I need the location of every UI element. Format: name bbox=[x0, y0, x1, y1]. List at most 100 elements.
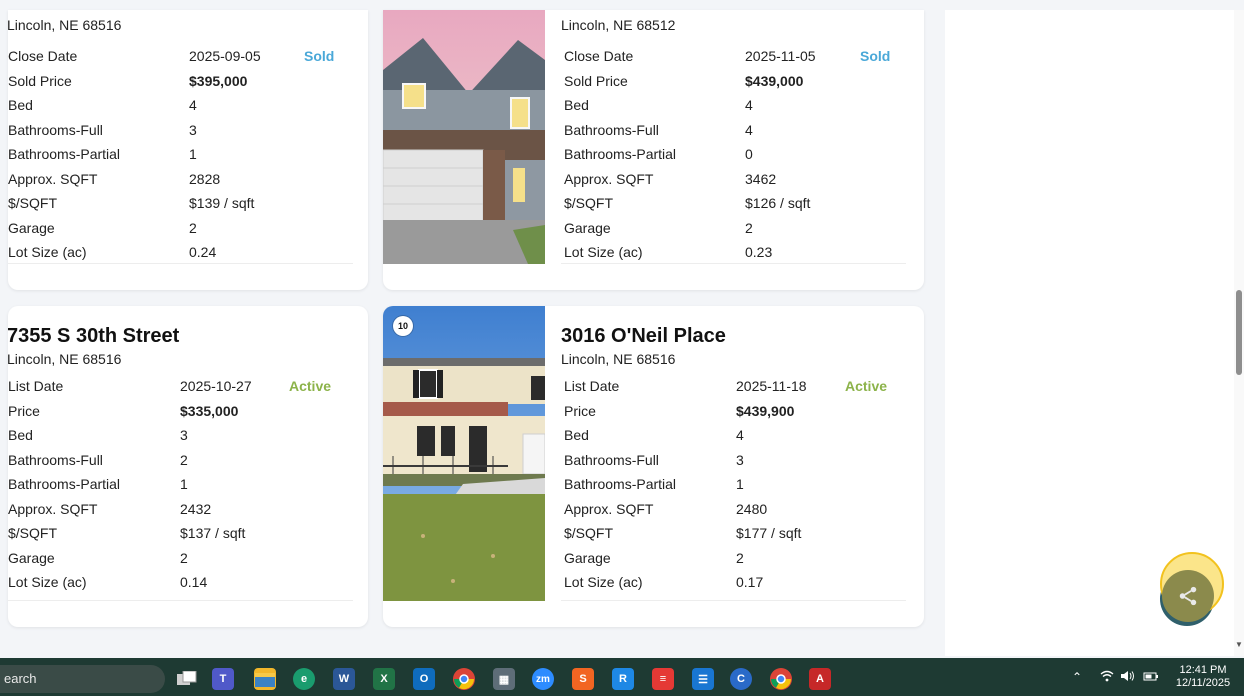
bath-full-value: 3 bbox=[189, 121, 197, 138]
sqft-label: Approx. SQFT bbox=[8, 170, 98, 187]
wifi-icon[interactable] bbox=[1100, 670, 1114, 685]
bath-partial-value: 1 bbox=[736, 476, 744, 492]
chrome-icon[interactable] bbox=[453, 668, 475, 690]
price-value: $439,000 bbox=[745, 72, 804, 89]
price-label: Sold Price bbox=[8, 72, 72, 89]
file-explorer-icon[interactable] bbox=[254, 668, 276, 690]
bath-full-value: 4 bbox=[745, 121, 753, 138]
price-label: Price bbox=[8, 402, 40, 419]
divider bbox=[561, 263, 906, 264]
bath-partial-value: 0 bbox=[745, 146, 753, 162]
garage-value: 2 bbox=[745, 219, 753, 236]
listing-card[interactable]: 10 3016 O'Neil Place Lincoln, NE 68516 L… bbox=[383, 306, 924, 627]
sqft-label: Approx. SQFT bbox=[8, 500, 98, 517]
bed-label: Bed bbox=[8, 427, 33, 443]
listing-card[interactable]: Lincoln, NE 68516 Close Date 2025-09-05 So… bbox=[8, 10, 368, 290]
bath-full-label: Bathrooms-Full bbox=[564, 121, 659, 138]
bath-partial-label: Bathrooms-Partial bbox=[564, 476, 677, 492]
date-value: 2025-11-05 bbox=[745, 48, 816, 64]
share-icon bbox=[1179, 586, 1197, 606]
listing-card[interactable]: Lincoln, NE 68512 Close Date 2025-11-05 So… bbox=[383, 10, 924, 290]
share-button[interactable] bbox=[1162, 570, 1214, 622]
per-sqft-value: $177 / sqft bbox=[736, 525, 802, 541]
bed-value: 4 bbox=[736, 427, 744, 443]
bed-value: 4 bbox=[745, 97, 753, 113]
date-label: Close Date bbox=[564, 48, 634, 64]
bath-partial-label: Bathrooms-Partial bbox=[8, 476, 121, 492]
edge-icon[interactable]: e bbox=[293, 668, 315, 690]
price-label: Price bbox=[564, 402, 596, 419]
bed-label: Bed bbox=[564, 97, 589, 113]
bath-full-value: 2 bbox=[180, 451, 188, 468]
lot-label: Lot Size (ac) bbox=[8, 574, 87, 590]
zoom-icon[interactable]: zm bbox=[532, 668, 554, 690]
clock-date: 12/11/2025 bbox=[1175, 677, 1231, 689]
divider bbox=[561, 600, 906, 601]
chrome-profile-icon[interactable] bbox=[770, 668, 792, 690]
date-value: 2025-09-05 bbox=[189, 48, 261, 64]
sqft-label: Approx. SQFT bbox=[564, 500, 654, 517]
bed-value: 4 bbox=[189, 97, 197, 113]
listing-city: Lincoln, NE 68516 bbox=[8, 351, 122, 367]
sqft-value: 2432 bbox=[180, 500, 212, 517]
house-photo[interactable] bbox=[383, 10, 545, 264]
price-value: $439,900 bbox=[736, 402, 795, 419]
acrobat-icon[interactable]: A bbox=[809, 668, 831, 690]
battery-icon[interactable] bbox=[1143, 670, 1159, 685]
app-s-icon[interactable]: S bbox=[572, 668, 594, 690]
date-value: 2025-11-18 bbox=[736, 378, 807, 394]
sqft-value: 3462 bbox=[745, 170, 777, 187]
house-photo-image bbox=[383, 306, 545, 601]
lot-value: 0.17 bbox=[736, 574, 764, 590]
bath-full-value: 3 bbox=[736, 451, 744, 468]
task-view-icon[interactable] bbox=[176, 668, 198, 690]
lot-label: Lot Size (ac) bbox=[564, 574, 643, 590]
chevron-up-icon[interactable]: ⌃ bbox=[1072, 670, 1082, 684]
lot-label: Lot Size (ac) bbox=[564, 244, 643, 260]
per-sqft-label: $/SQFT bbox=[8, 525, 58, 541]
volume-icon[interactable] bbox=[1121, 670, 1137, 685]
bed-value: 3 bbox=[180, 427, 188, 443]
listing-city: Lincoln, NE 68512 bbox=[561, 17, 676, 33]
garage-label: Garage bbox=[564, 219, 611, 236]
app-red-icon[interactable]: ≡ bbox=[652, 668, 674, 690]
excel-icon[interactable]: X bbox=[373, 668, 395, 690]
notes-icon[interactable]: ☰ bbox=[692, 668, 714, 690]
outlook-icon[interactable]: O bbox=[413, 668, 435, 690]
house-photo[interactable]: 10 bbox=[383, 306, 545, 601]
status-badge: Sold bbox=[860, 48, 891, 64]
date-value: 2025-10-27 bbox=[180, 378, 252, 394]
sqft-value: 2480 bbox=[736, 500, 768, 517]
divider bbox=[8, 263, 353, 264]
garage-label: Garage bbox=[8, 549, 55, 566]
taskbar-search-box[interactable]: earch bbox=[0, 665, 165, 693]
status-badge: Active bbox=[845, 378, 888, 394]
status-badge: Active bbox=[289, 378, 332, 394]
app-r-icon[interactable]: R bbox=[612, 668, 634, 690]
bath-full-label: Bathrooms-Full bbox=[8, 451, 103, 468]
date-label: List Date bbox=[564, 378, 620, 394]
word-icon[interactable]: W bbox=[333, 668, 355, 690]
per-sqft-value: $137 / sqft bbox=[180, 525, 246, 541]
listing-card[interactable]: 7355 S 30th Street Lincoln, NE 68516 Lis… bbox=[8, 306, 368, 627]
per-sqft-value: $126 / sqft bbox=[745, 195, 811, 211]
clock-time: 12:41 PM bbox=[1179, 664, 1227, 676]
app-c-icon[interactable]: C bbox=[730, 668, 752, 690]
lot-label: Lot Size (ac) bbox=[8, 244, 87, 260]
scrollbar-thumb[interactable] bbox=[1236, 290, 1242, 375]
taskbar: earch T e W X O ▦ zm S R ≡ ☰ C A ⌃ 12:41… bbox=[0, 658, 1244, 696]
scroll-down-arrow-icon[interactable]: ▼ bbox=[1234, 640, 1244, 652]
listing-address[interactable]: 7355 S 30th Street bbox=[8, 324, 353, 348]
taskbar-clock[interactable]: 12:41 PM 12/11/2025 bbox=[1170, 664, 1236, 690]
listing-city: Lincoln, NE 68516 bbox=[8, 17, 122, 33]
sqft-value: 2828 bbox=[189, 170, 221, 187]
lot-value: 0.23 bbox=[745, 244, 773, 260]
divider bbox=[8, 600, 353, 601]
listing-address[interactable]: 3016 O'Neil Place bbox=[561, 324, 906, 348]
garage-value: 2 bbox=[189, 219, 197, 236]
calculator-icon[interactable]: ▦ bbox=[493, 668, 515, 690]
per-sqft-label: $/SQFT bbox=[8, 195, 58, 211]
lot-value: 0.24 bbox=[189, 244, 217, 260]
bath-full-label: Bathrooms-Full bbox=[8, 121, 103, 138]
teams-icon[interactable]: T bbox=[212, 668, 234, 690]
